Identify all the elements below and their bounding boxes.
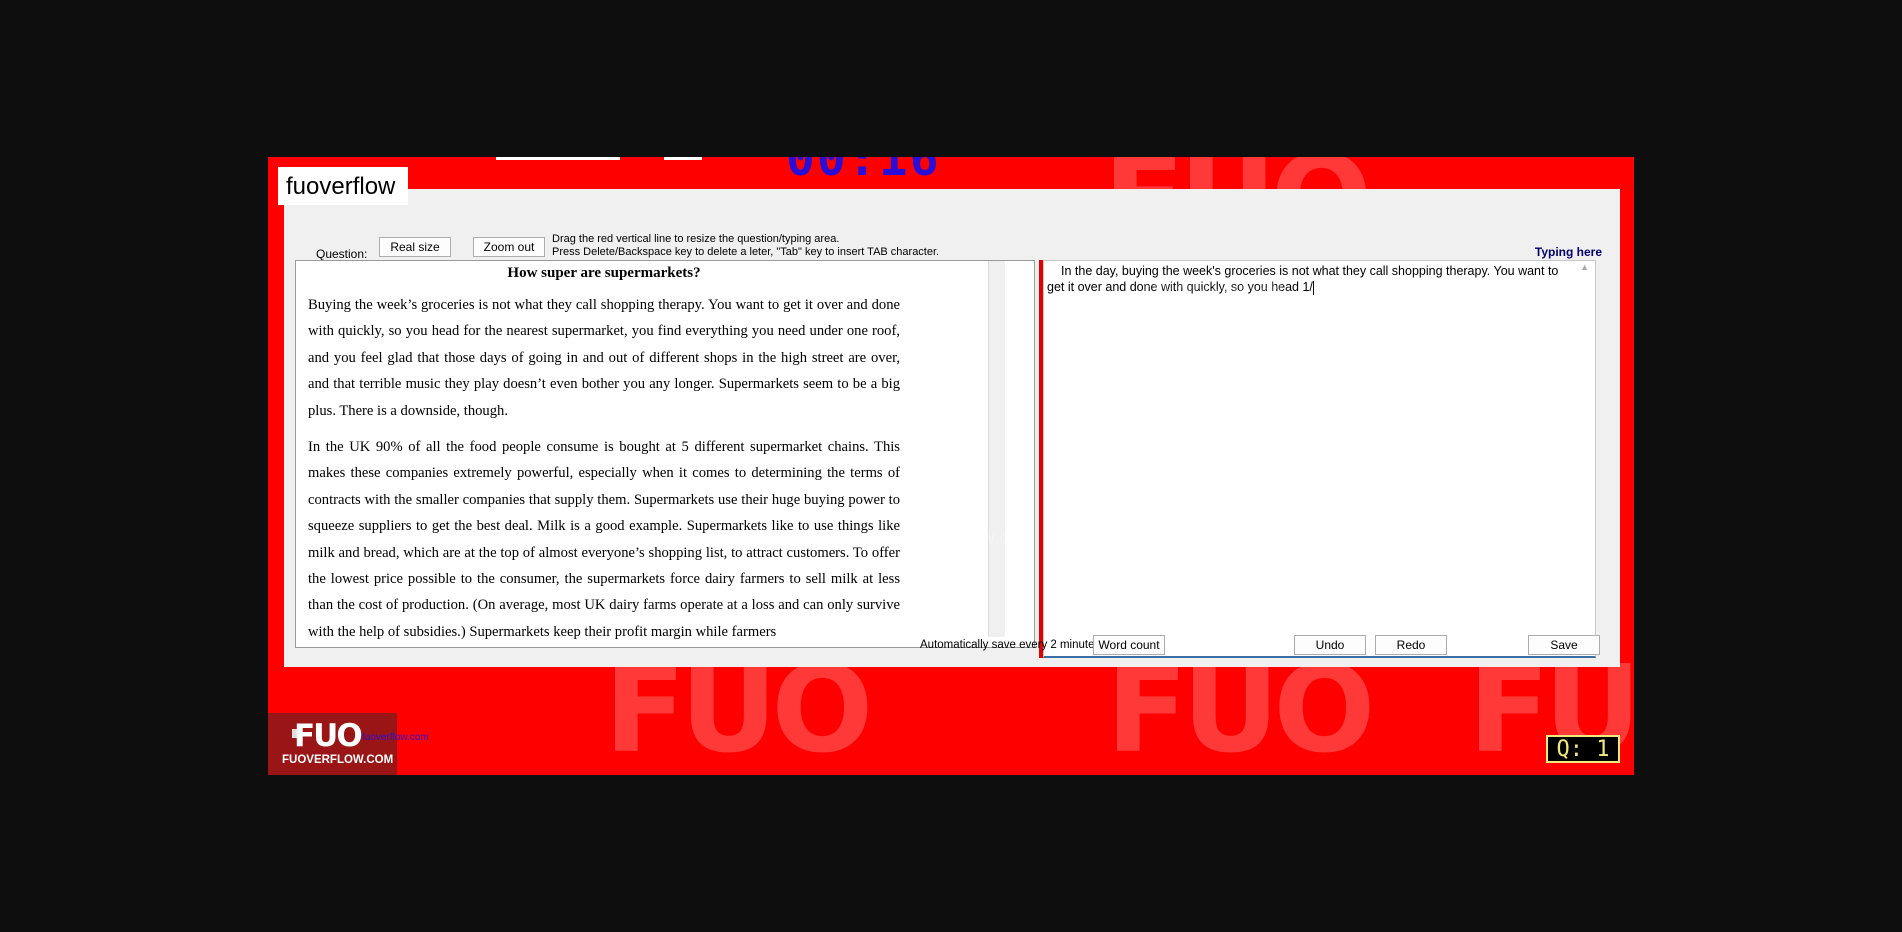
answer-textarea[interactable]: In the day, buying the week's groceries … bbox=[1043, 260, 1596, 658]
vertical-scrollbar[interactable] bbox=[988, 261, 1005, 637]
app-title-tag: fuoverflow bbox=[278, 167, 408, 205]
instructions-hint: Drag the red vertical line to resize the… bbox=[552, 233, 939, 259]
question-paragraph: Buying the week’s groceries is not what … bbox=[308, 297, 900, 419]
watermark-text: FUOVERFLOW.COM bbox=[894, 533, 1033, 548]
question-text: How super are supermarkets? Buying the w… bbox=[308, 263, 900, 647]
question-number-badge: Q: 1 bbox=[1546, 735, 1620, 763]
logo-mark: FUO bbox=[294, 718, 363, 754]
text-caret bbox=[1312, 280, 1314, 295]
question-paragraph: In the UK 90% of all the food people con… bbox=[308, 439, 900, 640]
scroll-up-icon[interactable]: ▲ bbox=[1580, 262, 1589, 272]
horizontal-scrollbar[interactable] bbox=[314, 647, 666, 648]
autosave-note: Automatically save every 2 minutes. bbox=[920, 639, 1104, 651]
answer-text-content: In the day, buying the week's groceries … bbox=[1047, 264, 1559, 294]
top-stub bbox=[664, 157, 702, 160]
question-title: How super are supermarkets? bbox=[507, 265, 701, 281]
top-stub bbox=[496, 157, 620, 160]
save-button[interactable]: Save bbox=[1528, 635, 1600, 655]
hint-line: Press Delete/Backspace key to delete a l… bbox=[552, 246, 940, 258]
watermark-text: FUOVERFLOW.COM bbox=[1396, 533, 1535, 548]
question-pane[interactable]: How super are supermarkets? Buying the w… bbox=[295, 260, 1035, 648]
word-count-button[interactable]: Word count bbox=[1093, 635, 1165, 655]
answer-text: In the day, buying the week's groceries … bbox=[1047, 263, 1575, 295]
exam-frame: 00:16 FUO FUO FUO FUO FUO FUO FUO Questi… bbox=[268, 157, 1634, 775]
watermark-text: FUOVERFLOW.COM bbox=[1144, 280, 1283, 295]
timer: 00:16 bbox=[786, 157, 941, 187]
logo-site-text: FUOVERFLOW.COM bbox=[282, 754, 394, 766]
question-label: Question: bbox=[316, 247, 368, 261]
real-size-button[interactable]: Real size bbox=[379, 237, 451, 257]
hint-line: Drag the red vertical line to resize the… bbox=[552, 233, 840, 245]
fuoverflow-logo: FUO FUOVERFLOW.COM bbox=[268, 713, 397, 775]
redo-button[interactable]: Redo bbox=[1375, 635, 1447, 655]
zoom-out-button[interactable]: Zoom out bbox=[473, 237, 545, 257]
site-link[interactable]: fuoverflow.com bbox=[362, 732, 429, 743]
typing-here-label: Typing here bbox=[1534, 245, 1602, 259]
exam-panel: Question: Real size Zoom out Drag the re… bbox=[284, 189, 1620, 667]
undo-button[interactable]: Undo bbox=[1294, 635, 1366, 655]
